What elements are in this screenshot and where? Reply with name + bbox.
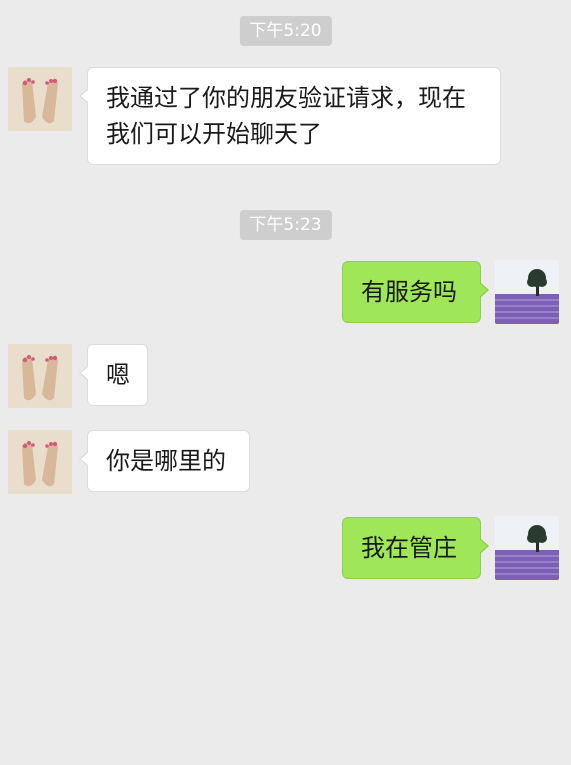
incoming-message-bubble[interactable]: 嗯 <box>79 344 148 406</box>
contact-avatar[interactable] <box>8 430 72 494</box>
lavender-field-tree-icon <box>495 516 559 580</box>
contact-avatar[interactable] <box>8 344 72 408</box>
message-text-line: 我通过了你的朋友验证请求，现在 <box>106 84 466 112</box>
outgoing-message-bubble[interactable]: 我在管庄 <box>342 517 489 579</box>
message-text-line: 我在管庄 <box>361 534 457 562</box>
my-avatar[interactable] <box>495 516 559 580</box>
outgoing-message-bubble[interactable]: 有服务吗 <box>342 261 489 323</box>
feet-photo-icon <box>8 67 72 131</box>
contact-avatar[interactable] <box>8 67 72 131</box>
message-text-line: 有服务吗 <box>361 278 457 306</box>
message-text-line: 我们可以开始聊天了 <box>106 120 322 148</box>
incoming-message-bubble[interactable]: 你是哪里的 <box>79 430 250 492</box>
timestamp: 下午5:23 <box>239 210 332 240</box>
feet-photo-icon <box>8 430 72 494</box>
timestamp: 下午5:20 <box>239 16 332 46</box>
feet-photo-icon <box>8 344 72 408</box>
my-avatar[interactable] <box>495 260 559 324</box>
message-text-line: 你是哪里的 <box>106 447 226 475</box>
lavender-field-tree-icon <box>495 260 559 324</box>
message-text-line: 嗯 <box>106 361 130 389</box>
incoming-message-bubble[interactable]: 我通过了你的朋友验证请求，现在 我们可以开始聊天了 <box>79 67 501 165</box>
